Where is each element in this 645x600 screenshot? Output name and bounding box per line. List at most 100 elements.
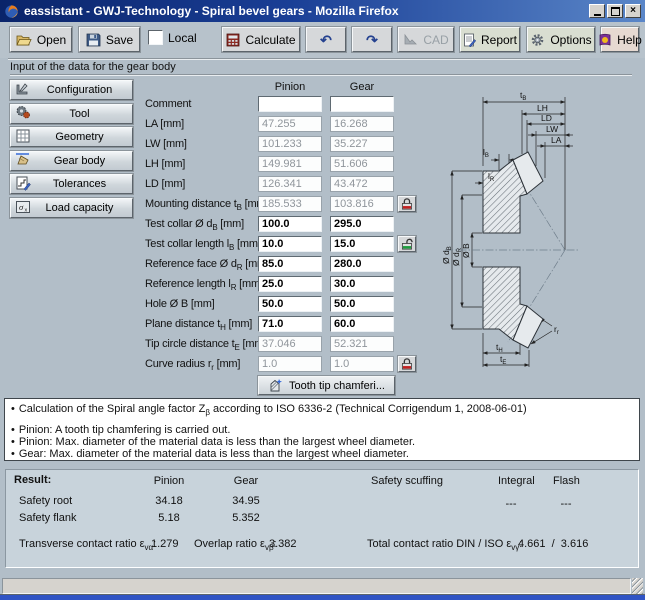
maximize-button[interactable]	[607, 4, 623, 18]
dim-label-la: LA	[551, 135, 562, 145]
field-label-test-collar-diameter: Test collar Ø dB [mm]	[145, 218, 244, 232]
pinion-la-input	[258, 116, 322, 132]
safety-root-label: Safety root	[19, 495, 72, 507]
undo-icon: ↶	[320, 33, 332, 47]
close-button[interactable]: ×	[625, 4, 641, 18]
redo-button[interactable]: ↷	[352, 27, 392, 52]
undo-button[interactable]: ↶	[306, 27, 346, 52]
sidebar-item-label: Geometry	[31, 131, 128, 143]
pinion-reference-face-diameter-input[interactable]	[258, 256, 322, 272]
field-label-ld: LD [mm]	[145, 178, 185, 190]
sidebar-item-tool[interactable]: Tool	[10, 104, 133, 124]
sidebar-item-geometry[interactable]: Geometry	[10, 127, 133, 147]
field-label-comment: Comment	[145, 98, 191, 110]
field-label-curve-radius: Curve radius rr [mm]	[145, 358, 240, 372]
window-title: eassistant - GWJ-Technology - Spiral bev…	[24, 4, 399, 18]
field-label-hole-diameter: Hole Ø B [mm]	[145, 298, 215, 310]
save-label: Save	[106, 33, 133, 47]
local-checkbox[interactable]	[148, 30, 163, 45]
field-label-plane-distance: Plane distance tH [mm]	[145, 318, 252, 332]
safety-flank-label: Safety flank	[19, 512, 76, 524]
bevel-wedge-icon	[15, 151, 31, 170]
options-button[interactable]: Options	[527, 27, 595, 52]
sidebar-item-label: Tool	[31, 108, 128, 120]
cad-label: CAD	[423, 33, 448, 47]
svg-text:x: x	[25, 207, 28, 213]
message-line: •Pinion: Max. diameter of the material d…	[11, 436, 633, 448]
result-title: Result:	[14, 474, 51, 486]
field-label-lw: LW [mm]	[145, 138, 187, 150]
gear-plane-distance-input[interactable]	[330, 316, 394, 332]
local-label: Local	[168, 31, 197, 45]
message-line: •Calculation of the Spiral angle factor …	[11, 403, 633, 417]
dim-label-lw: LW	[546, 124, 558, 134]
message-line: •Pinion: A tooth tip chamfering is carri…	[11, 424, 633, 436]
pinion-column-header: Pinion	[258, 81, 322, 93]
pinion-test-collar-length-input[interactable]	[258, 236, 322, 252]
gear-column-header: Gear	[330, 81, 394, 93]
pinion-hole-diameter-input[interactable]	[258, 296, 322, 312]
gear-mounting-distance-input	[330, 196, 394, 212]
minimize-button[interactable]	[589, 4, 605, 18]
pinion-ld-input	[258, 176, 322, 192]
sidebar-item-gear-body[interactable]: Gear body	[10, 151, 133, 171]
field-label-test-collar-length: Test collar length lB [mm]	[145, 238, 261, 252]
scuffing-flash-value: ---	[546, 498, 586, 510]
message-box: •Calculation of the Spiral angle factor …	[4, 398, 640, 461]
dim-label-lb: lB	[483, 147, 489, 159]
chamfer-icon	[268, 378, 283, 393]
gear-hole-diameter-input[interactable]	[330, 296, 394, 312]
dim-label-rr: rr	[554, 324, 559, 336]
gear-lw-input	[330, 136, 394, 152]
pinion-reference-length-input[interactable]	[258, 276, 322, 292]
help-button[interactable]: Help	[601, 27, 639, 52]
minimize-icon	[594, 14, 601, 16]
options-label: Options	[550, 33, 591, 47]
total-contact-ratio-value: 4.661 / 3.616	[518, 538, 588, 550]
gear-body-diagram: tB LH LD LW LA lB lR Ø dB Ø dR Ø B tH tE…	[412, 74, 642, 396]
firefox-icon	[4, 4, 19, 19]
total-contact-ratio: Total contact ratio DIN / ISO εvγ:	[367, 538, 522, 552]
sidebar-item-tolerances[interactable]: Tolerances	[10, 174, 133, 194]
pinion-test-collar-diameter-input[interactable]	[258, 216, 322, 232]
open-button[interactable]: Open	[10, 27, 72, 52]
dim-label-bore: Ø B	[461, 243, 471, 258]
field-label-reference-face-diameter: Reference face Ø dR [mm]	[145, 258, 269, 272]
sidebar-item-load-capacity[interactable]: σxLoad capacity	[10, 198, 133, 218]
pinion-tip-circle-distance-input	[258, 336, 322, 352]
calculate-button[interactable]: Calculate	[222, 27, 300, 52]
open-label: Open	[37, 33, 66, 47]
gear-ld-input	[330, 176, 394, 192]
help-book-icon	[598, 33, 612, 47]
gear-lh-input	[330, 156, 394, 172]
safety-flank-gear: 5.352	[218, 512, 274, 524]
help-label: Help	[617, 33, 642, 47]
pinion-plane-distance-input[interactable]	[258, 316, 322, 332]
gears-icon	[15, 104, 31, 123]
transverse-contact-ratio-value: 1.279	[151, 538, 179, 550]
report-button[interactable]: Report	[460, 27, 520, 52]
gear-comment-input[interactable]	[330, 96, 394, 112]
gear-reference-face-diameter-input[interactable]	[330, 256, 394, 272]
pinion-mounting-distance-input	[258, 196, 322, 212]
dim-label-te: tE	[500, 354, 506, 366]
title-bar: eassistant - GWJ-Technology - Spiral bev…	[0, 0, 645, 22]
field-label-lh: LH [mm]	[145, 158, 185, 170]
result-col-flash: Flash	[553, 475, 580, 487]
pinion-comment-input[interactable]	[258, 96, 322, 112]
drafting-square-icon	[15, 81, 31, 100]
gear-test-collar-diameter-input[interactable]	[330, 216, 394, 232]
field-label-tip-circle-distance: Tip circle distance tE [mm]	[145, 338, 266, 352]
sidebar-item-label: Gear body	[31, 155, 128, 167]
result-col-integral: Integral	[498, 475, 535, 487]
sidebar-item-configuration[interactable]: Configuration	[10, 80, 133, 100]
gear-la-input	[330, 116, 394, 132]
resize-grip[interactable]	[632, 578, 643, 594]
gear-reference-length-input[interactable]	[330, 276, 394, 292]
gear-test-collar-length-input[interactable]	[330, 236, 394, 252]
tooth-tip-chamfering-button[interactable]: Tooth tip chamferi...	[258, 376, 395, 395]
calculate-label: Calculate	[245, 33, 295, 47]
close-icon: ×	[630, 6, 636, 16]
save-button[interactable]: Save	[79, 27, 140, 52]
sidebar-item-label: Load capacity	[31, 202, 128, 214]
